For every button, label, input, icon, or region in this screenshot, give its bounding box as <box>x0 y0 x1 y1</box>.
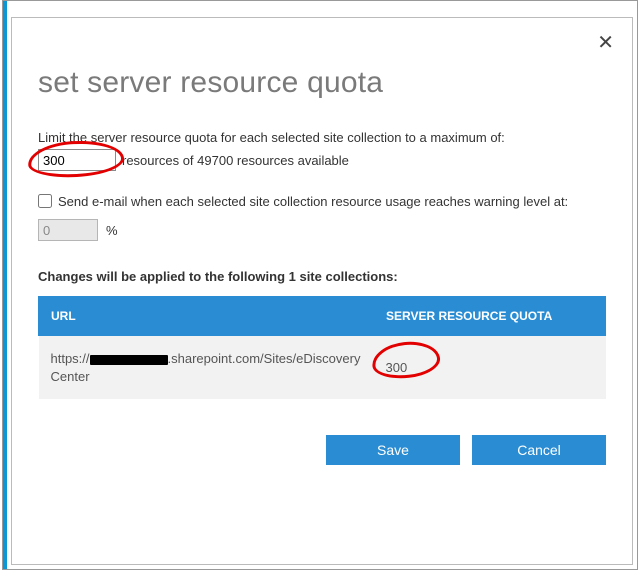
window-frame: ✕ set server resource quota Limit the se… <box>2 0 638 570</box>
dialog-title: set server resource quota <box>38 66 606 100</box>
cell-url: https://.sharepoint.com/Sites/eDiscovery… <box>39 336 374 400</box>
quota-available-text: resources of 49700 resources available <box>122 153 349 168</box>
close-icon[interactable]: ✕ <box>597 30 614 55</box>
quota-value: 300 <box>386 360 408 375</box>
col-header-quota: SERVER RESOURCE QUOTA <box>374 297 606 336</box>
dialog-panel: ✕ set server resource quota Limit the se… <box>11 17 633 565</box>
applied-heading: Changes will be applied to the following… <box>38 269 606 284</box>
redacted-text <box>90 355 168 365</box>
send-email-checkbox[interactable] <box>38 194 52 208</box>
save-button[interactable]: Save <box>326 435 460 465</box>
limit-label: Limit the server resource quota for each… <box>38 130 606 145</box>
dialog-buttons: Save Cancel <box>38 435 606 465</box>
col-header-url: URL <box>39 297 374 336</box>
url-prefix: https:// <box>51 351 90 366</box>
warning-percent-input <box>38 219 98 241</box>
site-collections-table: URL SERVER RESOURCE QUOTA https://.share… <box>38 296 606 399</box>
cell-quota: 300 <box>374 336 606 400</box>
send-email-label: Send e-mail when each selected site coll… <box>58 193 606 211</box>
quota-input[interactable] <box>38 149 116 171</box>
table-row: https://.sharepoint.com/Sites/eDiscovery… <box>39 336 606 400</box>
cancel-button[interactable]: Cancel <box>472 435 606 465</box>
percent-symbol: % <box>106 223 118 238</box>
window-left-accent <box>3 1 7 569</box>
